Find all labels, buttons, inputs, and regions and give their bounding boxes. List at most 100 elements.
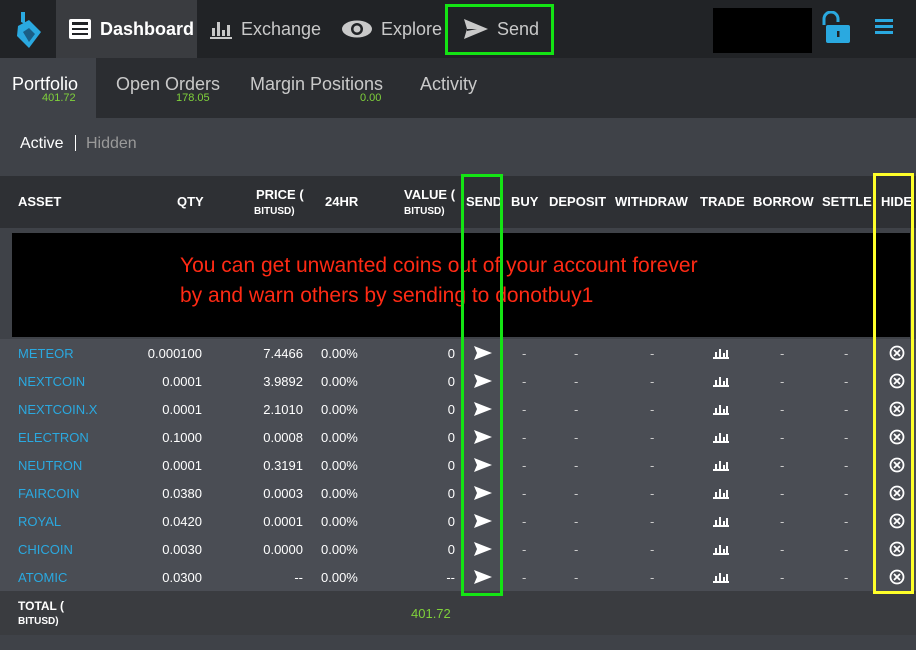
chart-icon [209,18,233,40]
asset-24hr: 0.00% [321,486,358,501]
table-row: ATOMIC 0.0300 -- 0.00% -- - - - - - [0,563,916,591]
asset-link[interactable]: ELECTRON [18,430,89,445]
deposit-cell: - [574,346,579,361]
asset-value: 0 [447,514,455,529]
asset-price: 7.4466 [263,346,303,361]
asset-24hr: 0.00% [321,458,358,473]
header-qty[interactable]: QTY [177,194,204,209]
asset-link[interactable]: FAIRCOIN [18,486,79,501]
subtab-divider [75,135,76,151]
asset-price: 3.9892 [263,374,303,389]
asset-link[interactable]: ATOMIC [18,570,67,585]
portfolio-tabs: Portfolio 401.72 Open Orders 178.05 Marg… [0,58,916,118]
table-row: ELECTRON 0.1000 0.0008 0.00% 0 - - - - - [0,423,916,451]
borrow-cell: - [780,430,785,445]
trade-chart-icon[interactable] [713,431,729,443]
trade-chart-icon[interactable] [713,487,729,499]
asset-link[interactable]: ROYAL [18,514,61,529]
unlock-icon[interactable] [818,11,852,45]
table-row: NEXTCOIN 0.0001 3.9892 0.00% 0 - - - - - [0,367,916,395]
asset-value: 0 [447,346,455,361]
settle-cell: - [844,458,849,473]
asset-qty: 0.1000 [162,430,202,445]
trade-chart-icon[interactable] [713,403,729,415]
dashboard-icon [68,18,92,40]
borrow-cell: - [780,374,785,389]
header-price[interactable]: PRICE ( [256,187,304,202]
header-borrow: BORROW [753,194,814,209]
bitshares-logo-icon[interactable] [14,10,44,50]
header-deposit: DEPOSIT [549,194,607,209]
eye-icon [341,19,373,39]
tab-activity-label: Activity [420,74,478,94]
tab-margin-positions-value: 0.00 [360,92,382,104]
asset-price: 0.0008 [263,430,303,445]
asset-qty: 0.0001 [162,458,202,473]
trade-chart-icon[interactable] [713,375,729,387]
asset-link[interactable]: NEXTCOIN [18,374,85,389]
asset-link[interactable]: METEOR [18,346,74,361]
withdraw-cell: - [650,514,655,529]
deposit-cell: - [574,402,579,417]
hamburger-icon[interactable] [873,16,895,36]
asset-price: 0.3191 [263,458,303,473]
asset-qty: 0.0001 [162,402,202,417]
header-asset[interactable]: ASSET [18,194,61,209]
asset-qty: 0.0001 [162,374,202,389]
send-nav-highlight [445,4,554,55]
table-row: NEUTRON 0.0001 0.3191 0.00% 0 - - - - - [0,451,916,479]
withdraw-cell: - [650,570,655,585]
table-row: FAIRCOIN 0.0380 0.0003 0.00% 0 - - - - - [0,479,916,507]
tab-portfolio-value: 401.72 [42,92,76,104]
tab-open-orders[interactable]: Open Orders 178.05 [96,58,226,118]
withdraw-cell: - [650,458,655,473]
asset-value: 0 [447,542,455,557]
subtab-active[interactable]: Active [20,135,64,153]
withdraw-cell: - [650,542,655,557]
tab-open-orders-value: 178.05 [176,92,210,104]
header-24hr[interactable]: 24HR [325,194,358,209]
notice-line-1: You can get unwanted coins out of your a… [180,254,698,277]
buy-cell: - [522,486,527,501]
trade-chart-icon[interactable] [713,515,729,527]
borrow-cell: - [780,346,785,361]
header-value[interactable]: VALUE ( [404,187,455,202]
tab-margin-positions[interactable]: Margin Positions 0.00 [226,58,396,118]
trade-chart-icon[interactable] [713,571,729,583]
buy-cell: - [522,458,527,473]
deposit-cell: - [574,458,579,473]
asset-value: 0 [447,486,455,501]
buy-cell: - [522,402,527,417]
trade-chart-icon[interactable] [713,543,729,555]
asset-24hr: 0.00% [321,402,358,417]
borrow-cell: - [780,458,785,473]
asset-qty: 0.0300 [162,570,202,585]
deposit-cell: - [574,486,579,501]
withdraw-cell: - [650,486,655,501]
nav-explore[interactable]: Explore [341,0,442,58]
nav-exchange[interactable]: Exchange [209,0,321,58]
trade-chart-icon[interactable] [713,459,729,471]
asset-24hr: 0.00% [321,570,358,585]
withdraw-cell: - [650,346,655,361]
asset-qty: 0.0420 [162,514,202,529]
settle-cell: - [844,570,849,585]
table-row: CHICOIN 0.0030 0.0000 0.00% 0 - - - - - [0,535,916,563]
asset-value: 0 [447,374,455,389]
header-settle: SETTLE [822,194,872,209]
deposit-cell: - [574,514,579,529]
trade-chart-icon[interactable] [713,347,729,359]
asset-link[interactable]: NEUTRON [18,458,82,473]
asset-link[interactable]: CHICOIN [18,542,73,557]
asset-price: -- [294,570,303,585]
nav-dashboard[interactable]: Dashboard [56,0,197,58]
asset-table-body: METEOR 0.000100 7.4466 0.00% 0 - - - - -… [0,339,916,591]
tab-activity[interactable]: Activity [396,58,496,118]
asset-qty: 0.000100 [147,346,202,361]
borrow-cell: - [780,542,785,557]
subtab-hidden[interactable]: Hidden [86,135,137,153]
header-value-unit: BITUSD) [404,206,445,217]
tab-portfolio[interactable]: Portfolio 401.72 [0,58,96,118]
asset-link[interactable]: NEXTCOIN.X [18,402,97,417]
account-name-box[interactable] [713,8,812,53]
